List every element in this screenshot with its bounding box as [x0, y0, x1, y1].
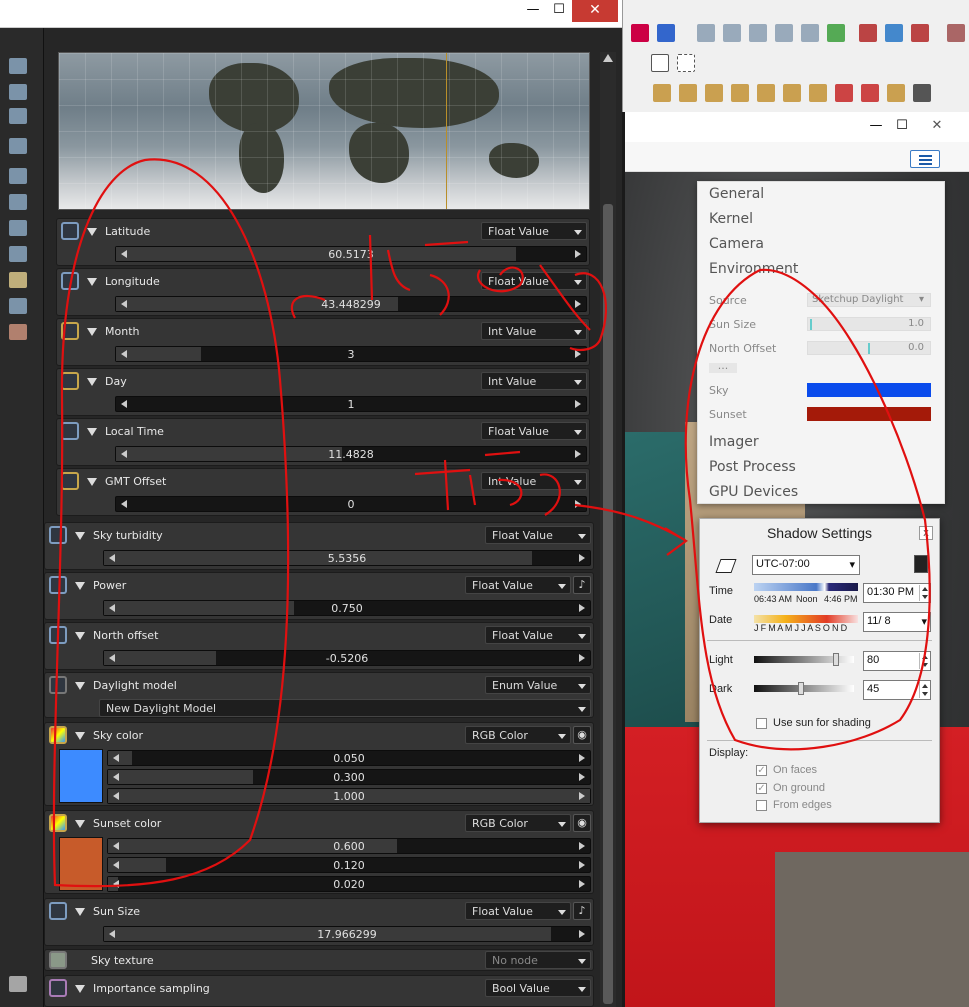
annotation-overlay	[52, 158, 931, 888]
